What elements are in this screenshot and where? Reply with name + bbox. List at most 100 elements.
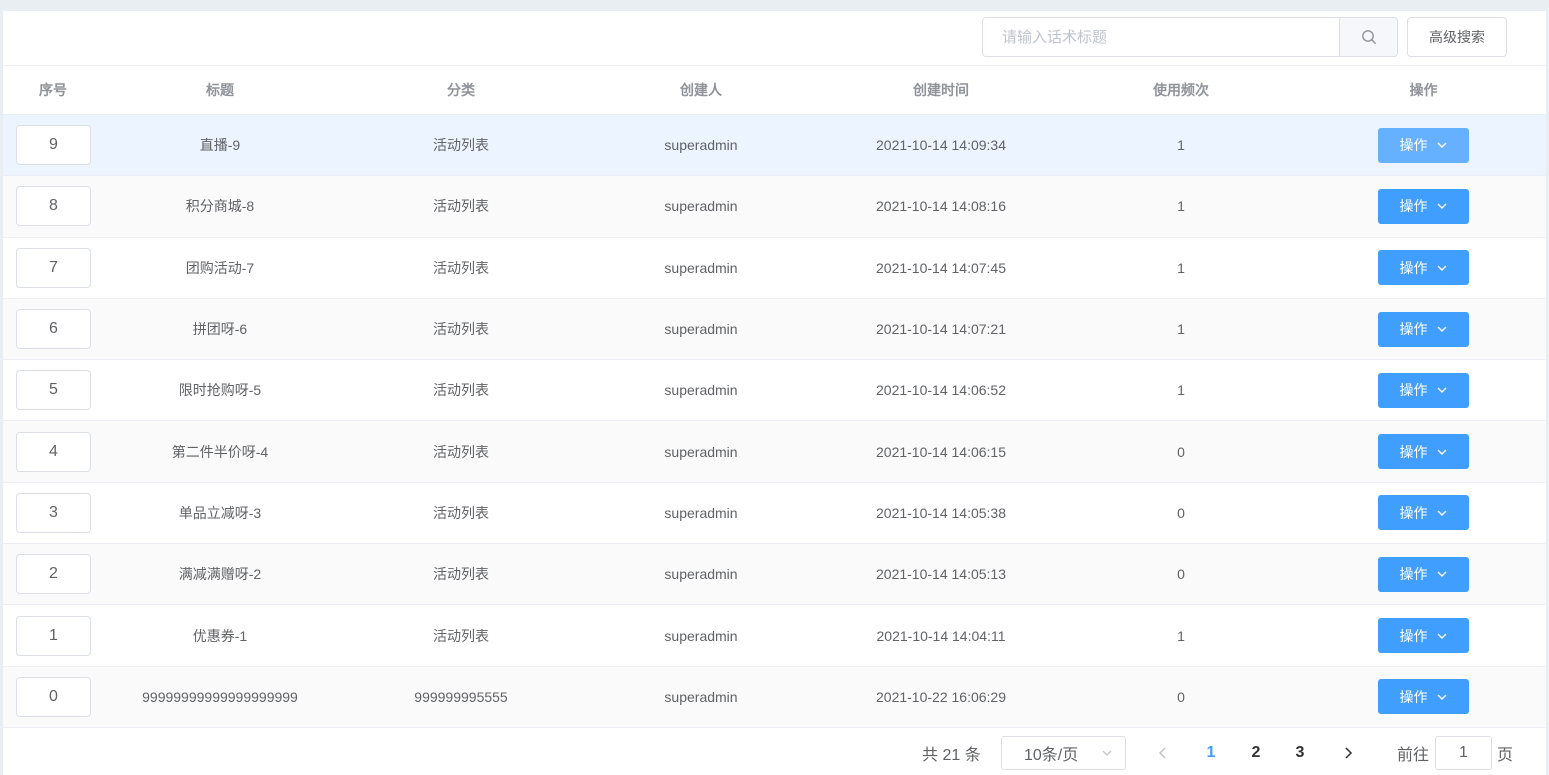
column-header-created-time: 创建时间: [913, 82, 969, 98]
advanced-search-button[interactable]: 高级搜索: [1407, 17, 1507, 57]
operation-cell: 操作: [1301, 372, 1546, 408]
operation-label: 操作: [1399, 627, 1428, 644]
chevron-right-icon: [1345, 747, 1353, 759]
usage-frequency-cell: 1: [1177, 627, 1185, 644]
table-row: 4 第二件半价呀-4 活动列表 superadmin 2021-10-14 14:06:…: [3, 421, 1546, 483]
column-header-usage-frequency: 使用频次: [1153, 82, 1209, 98]
table-row: 0 99999999999999999999 999999995555 superad…: [3, 666, 1546, 728]
operation-cell: 操作: [1301, 127, 1546, 163]
title-cell: 直播-9: [199, 137, 241, 154]
created-time-cell: 2021-10-14 14:08:16: [876, 198, 1006, 215]
title-cell: 积分商城-8: [185, 198, 255, 215]
table-row: 2 满减满赠呀-2 活动列表 superadmin 2021-10-14 14:05:1…: [3, 544, 1546, 606]
chevron-down-icon: [1437, 387, 1446, 394]
operation-cell: 操作: [1301, 618, 1546, 654]
sort-index-input[interactable]: 3: [16, 492, 91, 533]
goto-page-input[interactable]: [1435, 736, 1492, 770]
operation-dropdown-button[interactable]: 操作: [1378, 127, 1469, 163]
category-cell: 活动列表: [433, 259, 489, 276]
sort-index-input[interactable]: 1: [16, 615, 91, 656]
operation-dropdown-button[interactable]: 操作: [1378, 679, 1469, 715]
table-row: 8 积分商城-8 活动列表 superadmin 2021-10-14 14:08:16…: [3, 176, 1546, 238]
operation-cell: 操作: [1301, 311, 1546, 347]
sort-index-input[interactable]: 6: [16, 309, 91, 350]
sort-index-input[interactable]: 2: [16, 554, 91, 595]
operation-label: 操作: [1399, 321, 1428, 338]
created-time-cell: 2021-10-14 14:04:11: [876, 627, 1006, 644]
table-row: 1 优惠券-1 活动列表 superadmin 2021-10-14 14:04:11 1…: [3, 605, 1546, 667]
operation-dropdown-button[interactable]: 操作: [1378, 188, 1469, 224]
table-header: 序号 标题 分类 创建人 创建时间 使用频次 操作: [3, 65, 1546, 115]
index-cell: 0: [3, 676, 103, 717]
created-time-cell: 2021-10-14 14:05:38: [876, 504, 1006, 521]
operation-cell: 操作: [1301, 495, 1546, 531]
creator-cell: superadmin: [664, 259, 738, 276]
operation-dropdown-button[interactable]: 操作: [1378, 372, 1469, 408]
page-size-select[interactable]: 10条/页: [1001, 736, 1126, 770]
operation-label: 操作: [1399, 504, 1428, 521]
created-time-cell: 2021-10-14 14:07:21: [876, 321, 1006, 338]
page-2-button[interactable]: 2: [1241, 736, 1271, 770]
chevron-down-icon: [1437, 694, 1446, 700]
goto-suffix: 页: [1497, 747, 1514, 764]
sort-index-input[interactable]: 4: [16, 431, 91, 472]
creator-cell: superadmin: [664, 198, 738, 215]
table-row: 5 限时抢购呀-5 活动列表 superadmin 2021-10-14 14:06:5…: [3, 360, 1546, 422]
title-cell: 优惠券-1: [192, 627, 248, 644]
page-1-button[interactable]: 1: [1196, 736, 1226, 770]
column-header-operation: 操作: [1409, 82, 1438, 98]
usage-frequency-cell: 1: [1177, 259, 1185, 276]
sort-index-input[interactable]: 5: [16, 370, 91, 411]
sort-index-input[interactable]: 0: [16, 676, 91, 717]
index-cell: 5: [3, 370, 103, 411]
chevron-down-icon: [1437, 142, 1446, 149]
index-cell: 6: [3, 309, 103, 350]
created-time-cell: 2021-10-14 14:06:52: [876, 382, 1006, 399]
created-time-cell: 2021-10-14 14:06:15: [876, 443, 1006, 460]
operation-dropdown-button[interactable]: 操作: [1378, 250, 1469, 286]
sort-index-input[interactable]: 8: [16, 186, 91, 227]
chevron-down-icon: [1437, 510, 1446, 516]
operation-cell: 操作: [1301, 679, 1546, 715]
creator-cell: superadmin: [664, 137, 738, 154]
operation-dropdown-button[interactable]: 操作: [1378, 495, 1469, 531]
search-input[interactable]: [983, 18, 1339, 56]
operation-dropdown-button[interactable]: 操作: [1378, 311, 1469, 347]
operation-dropdown-button[interactable]: 操作: [1378, 556, 1469, 592]
content-panel: 高级搜索 序号标题分类创建人创建时间使用频次操作 9直播-9活动列表supera…: [3, 11, 1546, 775]
next-page-button[interactable]: [1338, 736, 1358, 770]
title-cell: 拼团呀-6: [192, 321, 248, 338]
sort-index-input[interactable]: 9: [16, 125, 91, 166]
chevron-down-icon: [1102, 750, 1112, 756]
title-cell: 限时抢购呀-5: [178, 382, 262, 399]
title-cell: 单品立减呀-3: [178, 504, 262, 521]
index-cell: 9: [3, 125, 103, 166]
category-cell: 活动列表: [433, 566, 489, 583]
table-row: 7 团购活动-7 活动列表 superadmin 2021-10-14 14:07:45…: [3, 238, 1546, 299]
search-button[interactable]: [1339, 18, 1397, 56]
index-cell: 2: [3, 554, 103, 595]
creator-cell: superadmin: [664, 566, 738, 583]
usage-frequency-cell: 1: [1177, 382, 1185, 399]
category-cell: 活动列表: [433, 198, 489, 215]
operation-label: 操作: [1399, 443, 1428, 460]
operation-dropdown-button[interactable]: 操作: [1378, 434, 1469, 470]
creator-cell: superadmin: [664, 382, 738, 399]
prev-page-button[interactable]: [1153, 736, 1173, 770]
page-3-button[interactable]: 3: [1285, 736, 1315, 770]
category-cell: 活动列表: [433, 321, 489, 338]
operation-label: 操作: [1399, 198, 1428, 215]
sort-index-input[interactable]: 7: [16, 247, 91, 288]
column-header-category: 分类: [447, 82, 475, 98]
category-cell: 活动列表: [433, 627, 489, 644]
usage-frequency-cell: 0: [1177, 443, 1185, 460]
category-cell: 活动列表: [433, 504, 489, 521]
index-cell: 7: [3, 247, 103, 288]
creator-cell: superadmin: [664, 504, 738, 521]
usage-frequency-cell: 1: [1177, 198, 1185, 215]
operation-cell: 操作: [1301, 188, 1546, 224]
column-header-title: 标题: [206, 82, 234, 98]
operation-dropdown-button[interactable]: 操作: [1378, 618, 1469, 654]
chevron-down-icon: [1437, 449, 1446, 455]
index-cell: 3: [3, 492, 103, 533]
